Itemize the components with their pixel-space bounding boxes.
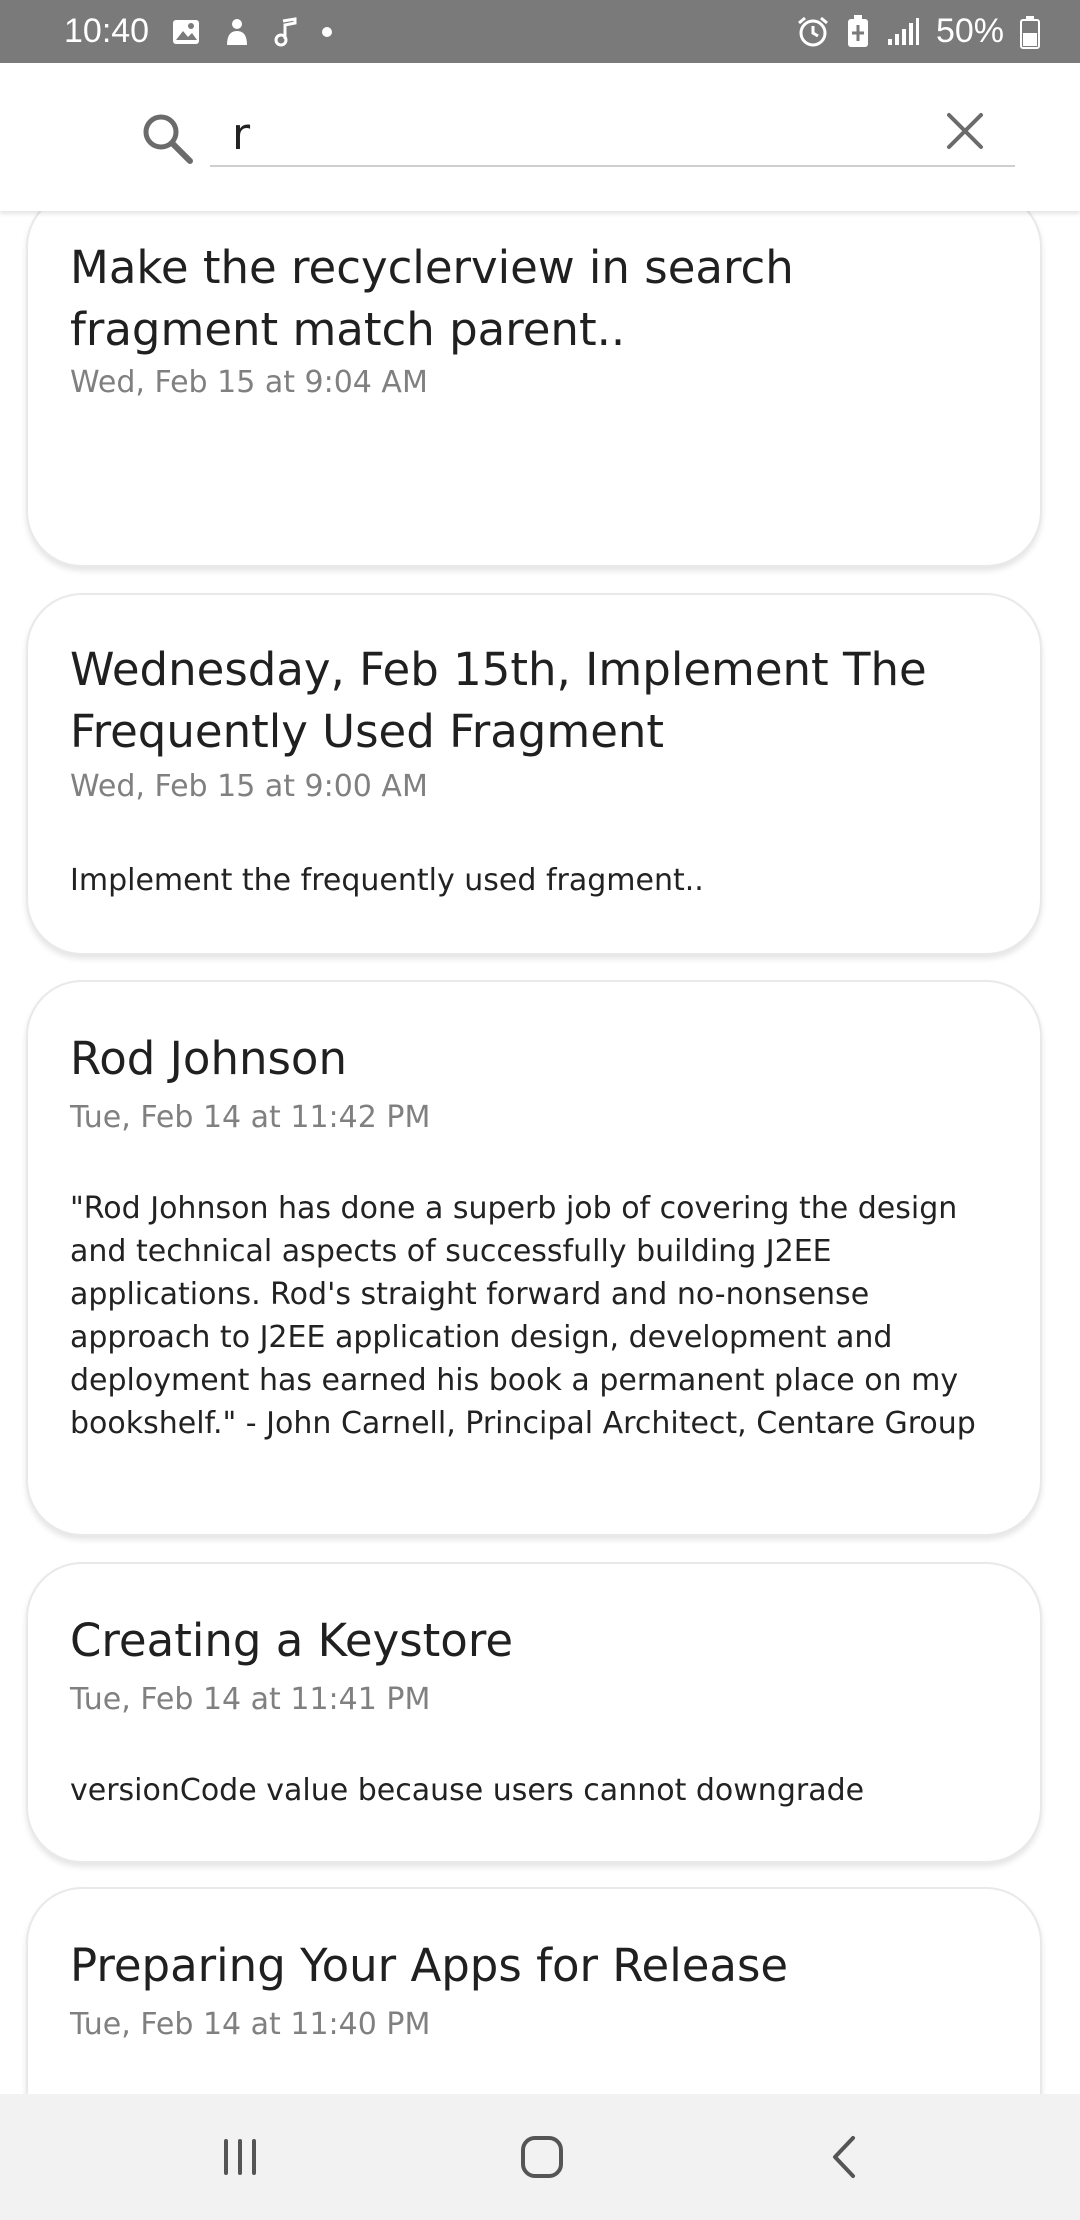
note-card[interactable]: Preparing Your Apps for Release Tue, Feb…: [26, 1887, 1042, 2094]
close-icon[interactable]: [943, 109, 987, 153]
signal-icon: [886, 17, 920, 47]
system-nav-bar: [0, 2094, 1080, 2220]
note-date: Tue, Feb 14 at 11:42 PM: [70, 1100, 431, 1135]
search-icon[interactable]: [140, 111, 194, 165]
note-body: Implement the frequently used fragment..: [70, 863, 704, 898]
recent-apps-icon[interactable]: [205, 2124, 275, 2190]
search-results-list[interactable]: Make the recyclerview in search fragment…: [0, 211, 1080, 2094]
note-date: Tue, Feb 14 at 11:40 PM: [70, 2007, 431, 2042]
home-icon[interactable]: [507, 2124, 577, 2190]
note-title: Creating a Keystore: [70, 1614, 514, 1667]
search-input[interactable]: r: [210, 103, 1015, 167]
note-card[interactable]: Creating a Keystore Tue, Feb 14 at 11:41…: [26, 1562, 1042, 1863]
note-title: Rod Johnson: [70, 1032, 347, 1085]
battery-icon: [1020, 15, 1040, 49]
note-body: "Rod Johnson has done a superb job of co…: [70, 1191, 976, 1441]
battery-saver-icon: [846, 14, 870, 49]
music-note-icon: [273, 16, 299, 47]
battery-percent: 50%: [935, 12, 1004, 50]
status-right: 50%: [796, 0, 1040, 63]
note-date: Tue, Feb 14 at 11:41 PM: [70, 1682, 431, 1717]
note-title: Preparing Your Apps for Release: [70, 1939, 789, 1992]
image-icon: [171, 17, 201, 47]
note-card[interactable]: Make the recyclerview in search fragment…: [26, 211, 1042, 567]
status-left: 10:40: [64, 0, 333, 63]
note-card[interactable]: Wednesday, Feb 15th, Implement The Frequ…: [26, 593, 1042, 955]
status-bar: 10:40 50%: [0, 0, 1080, 63]
person-icon: [223, 17, 251, 47]
search-input-value: r: [232, 109, 251, 160]
note-date: Wed, Feb 15 at 9:00 AM: [70, 769, 428, 804]
note-body: versionCode value because users cannot d…: [70, 1773, 865, 1808]
back-icon[interactable]: [810, 2124, 880, 2190]
note-card[interactable]: Rod Johnson Tue, Feb 14 at 11:42 PM "Rod…: [26, 980, 1042, 1536]
alarm-icon: [796, 15, 830, 49]
search-bar: r: [0, 63, 1080, 211]
note-date: Wed, Feb 15 at 9:04 AM: [70, 365, 428, 400]
note-title: Make the recyclerview in search fragment…: [70, 241, 794, 356]
dot-icon: [321, 26, 333, 38]
status-time: 10:40: [64, 12, 150, 50]
note-title: Wednesday, Feb 15th, Implement The Frequ…: [70, 643, 927, 758]
